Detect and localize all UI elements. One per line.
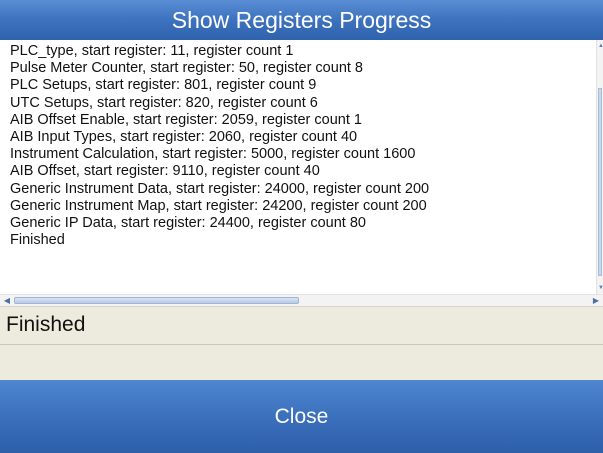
progress-log[interactable]: PLC_type, start register: 11, register c… xyxy=(0,40,603,306)
log-lines: PLC_type, start register: 11, register c… xyxy=(10,43,585,249)
show-registers-progress-dialog: Show Registers Progress PLC_type, start … xyxy=(0,0,603,453)
log-line: AIB Input Types, start register: 2060, r… xyxy=(10,128,358,145)
arrow-right-icon[interactable]: ▶ xyxy=(591,295,601,306)
log-line: PLC Setups, start register: 801, registe… xyxy=(10,77,317,94)
log-line: Generic Instrument Data, start register:… xyxy=(10,180,430,197)
log-line: Instrument Calculation, start register: … xyxy=(10,146,416,163)
log-line: AIB Offset Enable, start register: 2059,… xyxy=(10,111,362,128)
arrow-left-icon[interactable]: ◀ xyxy=(2,295,12,306)
arrow-up-icon[interactable]: ▲ xyxy=(598,42,603,50)
status-text: Finished xyxy=(6,313,86,336)
close-button[interactable]: Close xyxy=(0,380,603,453)
log-line: Generic Instrument Map, start register: … xyxy=(10,197,427,214)
log-line: UTC Setups, start register: 820, registe… xyxy=(10,94,318,111)
horizontal-scrollbar[interactable]: ◀ ▶ xyxy=(0,294,603,306)
log-line: PLC_type, start register: 11, register c… xyxy=(10,43,294,59)
arrow-down-icon[interactable]: ▼ xyxy=(598,284,603,292)
empty-status-row xyxy=(0,344,603,380)
vertical-scroll-thumb[interactable] xyxy=(598,88,602,276)
dialog-title: Show Registers Progress xyxy=(0,0,603,40)
horizontal-scroll-thumb[interactable] xyxy=(14,297,299,304)
log-line: Pulse Meter Counter, start register: 50,… xyxy=(10,60,363,77)
vertical-scrollbar[interactable]: ▲ ▼ xyxy=(596,40,603,294)
status-bar: Finished xyxy=(0,306,603,344)
log-line: Generic IP Data, start register: 24400, … xyxy=(10,214,366,231)
log-line: AIB Offset, start register: 9110, regist… xyxy=(10,163,320,180)
log-line: Finished xyxy=(10,232,65,249)
